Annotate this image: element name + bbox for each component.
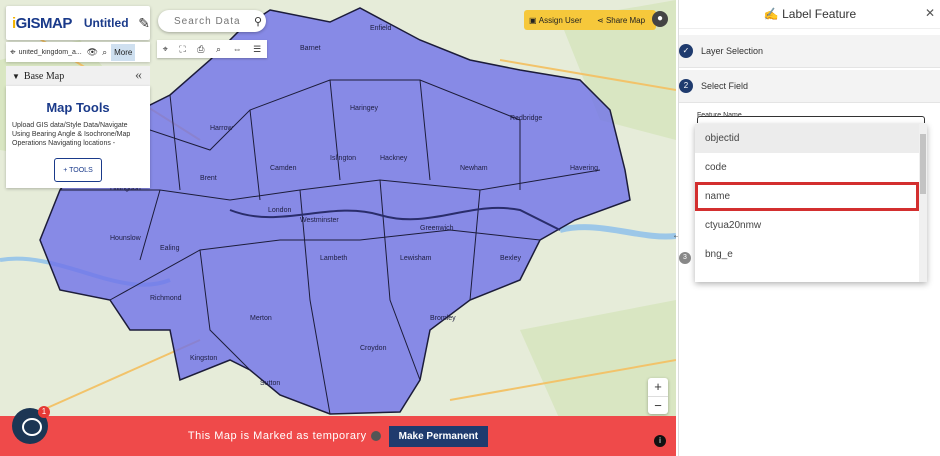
- assign-user-button[interactable]: ▣ Assign User: [524, 10, 598, 30]
- label-feature-panel: ✍ Label Feature ✕ ✓ Layer Selection 2 Se…: [678, 0, 940, 456]
- map-tools-description: Upload GIS data/Style Data/Navigate Usin…: [12, 122, 131, 147]
- step-select-field[interactable]: 2 Select Field: [679, 70, 940, 103]
- map-place-label: Camden: [270, 165, 297, 172]
- step-2-label: Select Field: [701, 81, 749, 91]
- step-3[interactable]: 3: [679, 246, 695, 272]
- share-map-button[interactable]: ⋖ Share Map: [592, 10, 656, 30]
- search-bar: ⚲: [158, 10, 266, 32]
- step-2-number: 2: [679, 79, 693, 93]
- option-ctyua20nmw[interactable]: ctyua20nmw: [695, 211, 927, 240]
- map-place-label: Sutton: [260, 380, 280, 387]
- visibility-eye-icon[interactable]: 👁: [87, 47, 98, 58]
- gismap-logo[interactable]: iGISMAP: [12, 15, 72, 32]
- map-place-label: Barnet: [300, 45, 321, 52]
- layer-name: united_kingdom_a...: [18, 48, 82, 56]
- map-place-label: Croydon: [360, 345, 387, 352]
- panel-header: ✍ Label Feature ✕: [679, 0, 940, 29]
- map-place-label: Kingston: [190, 355, 217, 362]
- search-zoom-icon[interactable]: ⌕: [216, 44, 221, 55]
- add-tools-button[interactable]: + TOOLS: [54, 158, 102, 182]
- map-place-label: Haringey: [350, 105, 379, 112]
- layer-type-icon: ⌖: [10, 46, 16, 58]
- edit-pencil-icon[interactable]: ✎: [138, 15, 150, 32]
- scrollbar-thumb[interactable]: [920, 134, 926, 194]
- map-place-label: Westminster: [300, 217, 339, 224]
- map-place-label: Richmond: [150, 295, 182, 302]
- temporary-banner-text: This Map is Marked as temporary: [187, 430, 367, 442]
- map-place-label: Merton: [250, 315, 272, 322]
- zoom-out-button[interactable]: −: [648, 397, 668, 415]
- option-code[interactable]: code: [695, 153, 927, 182]
- map-place-label: Hounslow: [110, 235, 142, 242]
- map-place-label: Greenwich: [420, 225, 454, 232]
- basemap-toggle[interactable]: ▼ Base Map «: [6, 66, 150, 86]
- basemap-label: Base Map: [23, 70, 65, 82]
- make-permanent-button[interactable]: Make Permanent: [388, 425, 489, 447]
- option-bng-e[interactable]: bng_e: [695, 240, 927, 269]
- zoom-in-button[interactable]: +: [648, 378, 668, 397]
- info-dot-icon: [370, 431, 381, 441]
- step-check-icon: ✓: [679, 44, 693, 58]
- map-title[interactable]: Untitled ...: [84, 16, 130, 30]
- search-input[interactable]: [172, 14, 254, 28]
- label-pencil-icon: ✍: [763, 7, 783, 21]
- layer-item[interactable]: ⌖ united_kingdom_a... 👁 ⌕ More: [6, 42, 150, 62]
- map-place-label: Lambeth: [320, 255, 347, 262]
- map-place-label: Newham: [460, 165, 488, 172]
- step-1-label: Layer Selection: [701, 46, 764, 56]
- search-icon[interactable]: ⚲: [254, 15, 262, 28]
- feature-name-select[interactable]: [697, 116, 925, 123]
- user-account-icon[interactable]: ●: [652, 11, 668, 27]
- option-objectid[interactable]: objectid: [695, 124, 927, 153]
- map-place-label: Islington: [330, 155, 356, 162]
- app-header: iGISMAP Untitled ... ✎: [6, 6, 150, 40]
- share-icon: ⋖: [597, 15, 606, 25]
- zoom-to-layer-icon[interactable]: ⌕: [102, 47, 107, 58]
- step-layer-selection[interactable]: ✓ Layer Selection: [679, 35, 940, 68]
- map-place-label: Bromley: [430, 315, 456, 322]
- map-place-label: Lewisham: [400, 255, 432, 262]
- chat-badge: 1: [38, 406, 50, 418]
- layers-stack-icon[interactable]: ☰: [253, 44, 261, 55]
- map-place-label: Enfield: [370, 25, 392, 32]
- zoom-control: + −: [648, 378, 668, 414]
- more-button[interactable]: More: [111, 43, 136, 61]
- map-place-label: Redbridge: [510, 115, 542, 122]
- map-place-label: Ealing: [160, 245, 180, 252]
- info-icon[interactable]: i: [654, 435, 666, 447]
- option-name[interactable]: name: [695, 182, 919, 211]
- map-place-label: Harrow: [210, 125, 234, 132]
- assign-user-icon: ▣: [529, 15, 539, 25]
- map-toolbar: ⌖ ⛶ ⎙ ⌕ ⇔ ☰: [157, 40, 267, 58]
- close-icon[interactable]: ✕: [925, 6, 935, 20]
- map-tools-title: Map Tools: [46, 100, 110, 115]
- step-3-number: 3: [679, 252, 691, 264]
- map-place-label: Brent: [200, 175, 217, 182]
- measure-icon[interactable]: ⇔: [233, 44, 242, 54]
- feature-name-options: objectid code name ctyua20nmw bng_e: [695, 124, 927, 282]
- map-place-label: Hackney: [380, 155, 408, 162]
- fullscreen-icon[interactable]: ⛶: [179, 44, 185, 55]
- map-place-label: Havering: [570, 165, 598, 172]
- panel-title: Label Feature: [782, 7, 857, 21]
- caret-down-icon: ▼: [12, 71, 20, 81]
- print-icon[interactable]: ⎙: [197, 44, 204, 55]
- collapse-panel-icon[interactable]: «: [135, 68, 142, 84]
- options-scrollbar[interactable]: [919, 124, 927, 282]
- temporary-map-banner: This Map is Marked as temporary Make Per…: [0, 416, 676, 456]
- map-place-label: Bexley: [500, 255, 522, 262]
- chat-widget[interactable]: 1: [12, 406, 50, 444]
- map-tools-panel: Map Tools Upload GIS data/Style Data/Nav…: [6, 86, 150, 188]
- map-place-label: London: [268, 207, 291, 214]
- locate-icon[interactable]: ⌖: [163, 44, 168, 55]
- chat-bubble-icon: [22, 418, 42, 436]
